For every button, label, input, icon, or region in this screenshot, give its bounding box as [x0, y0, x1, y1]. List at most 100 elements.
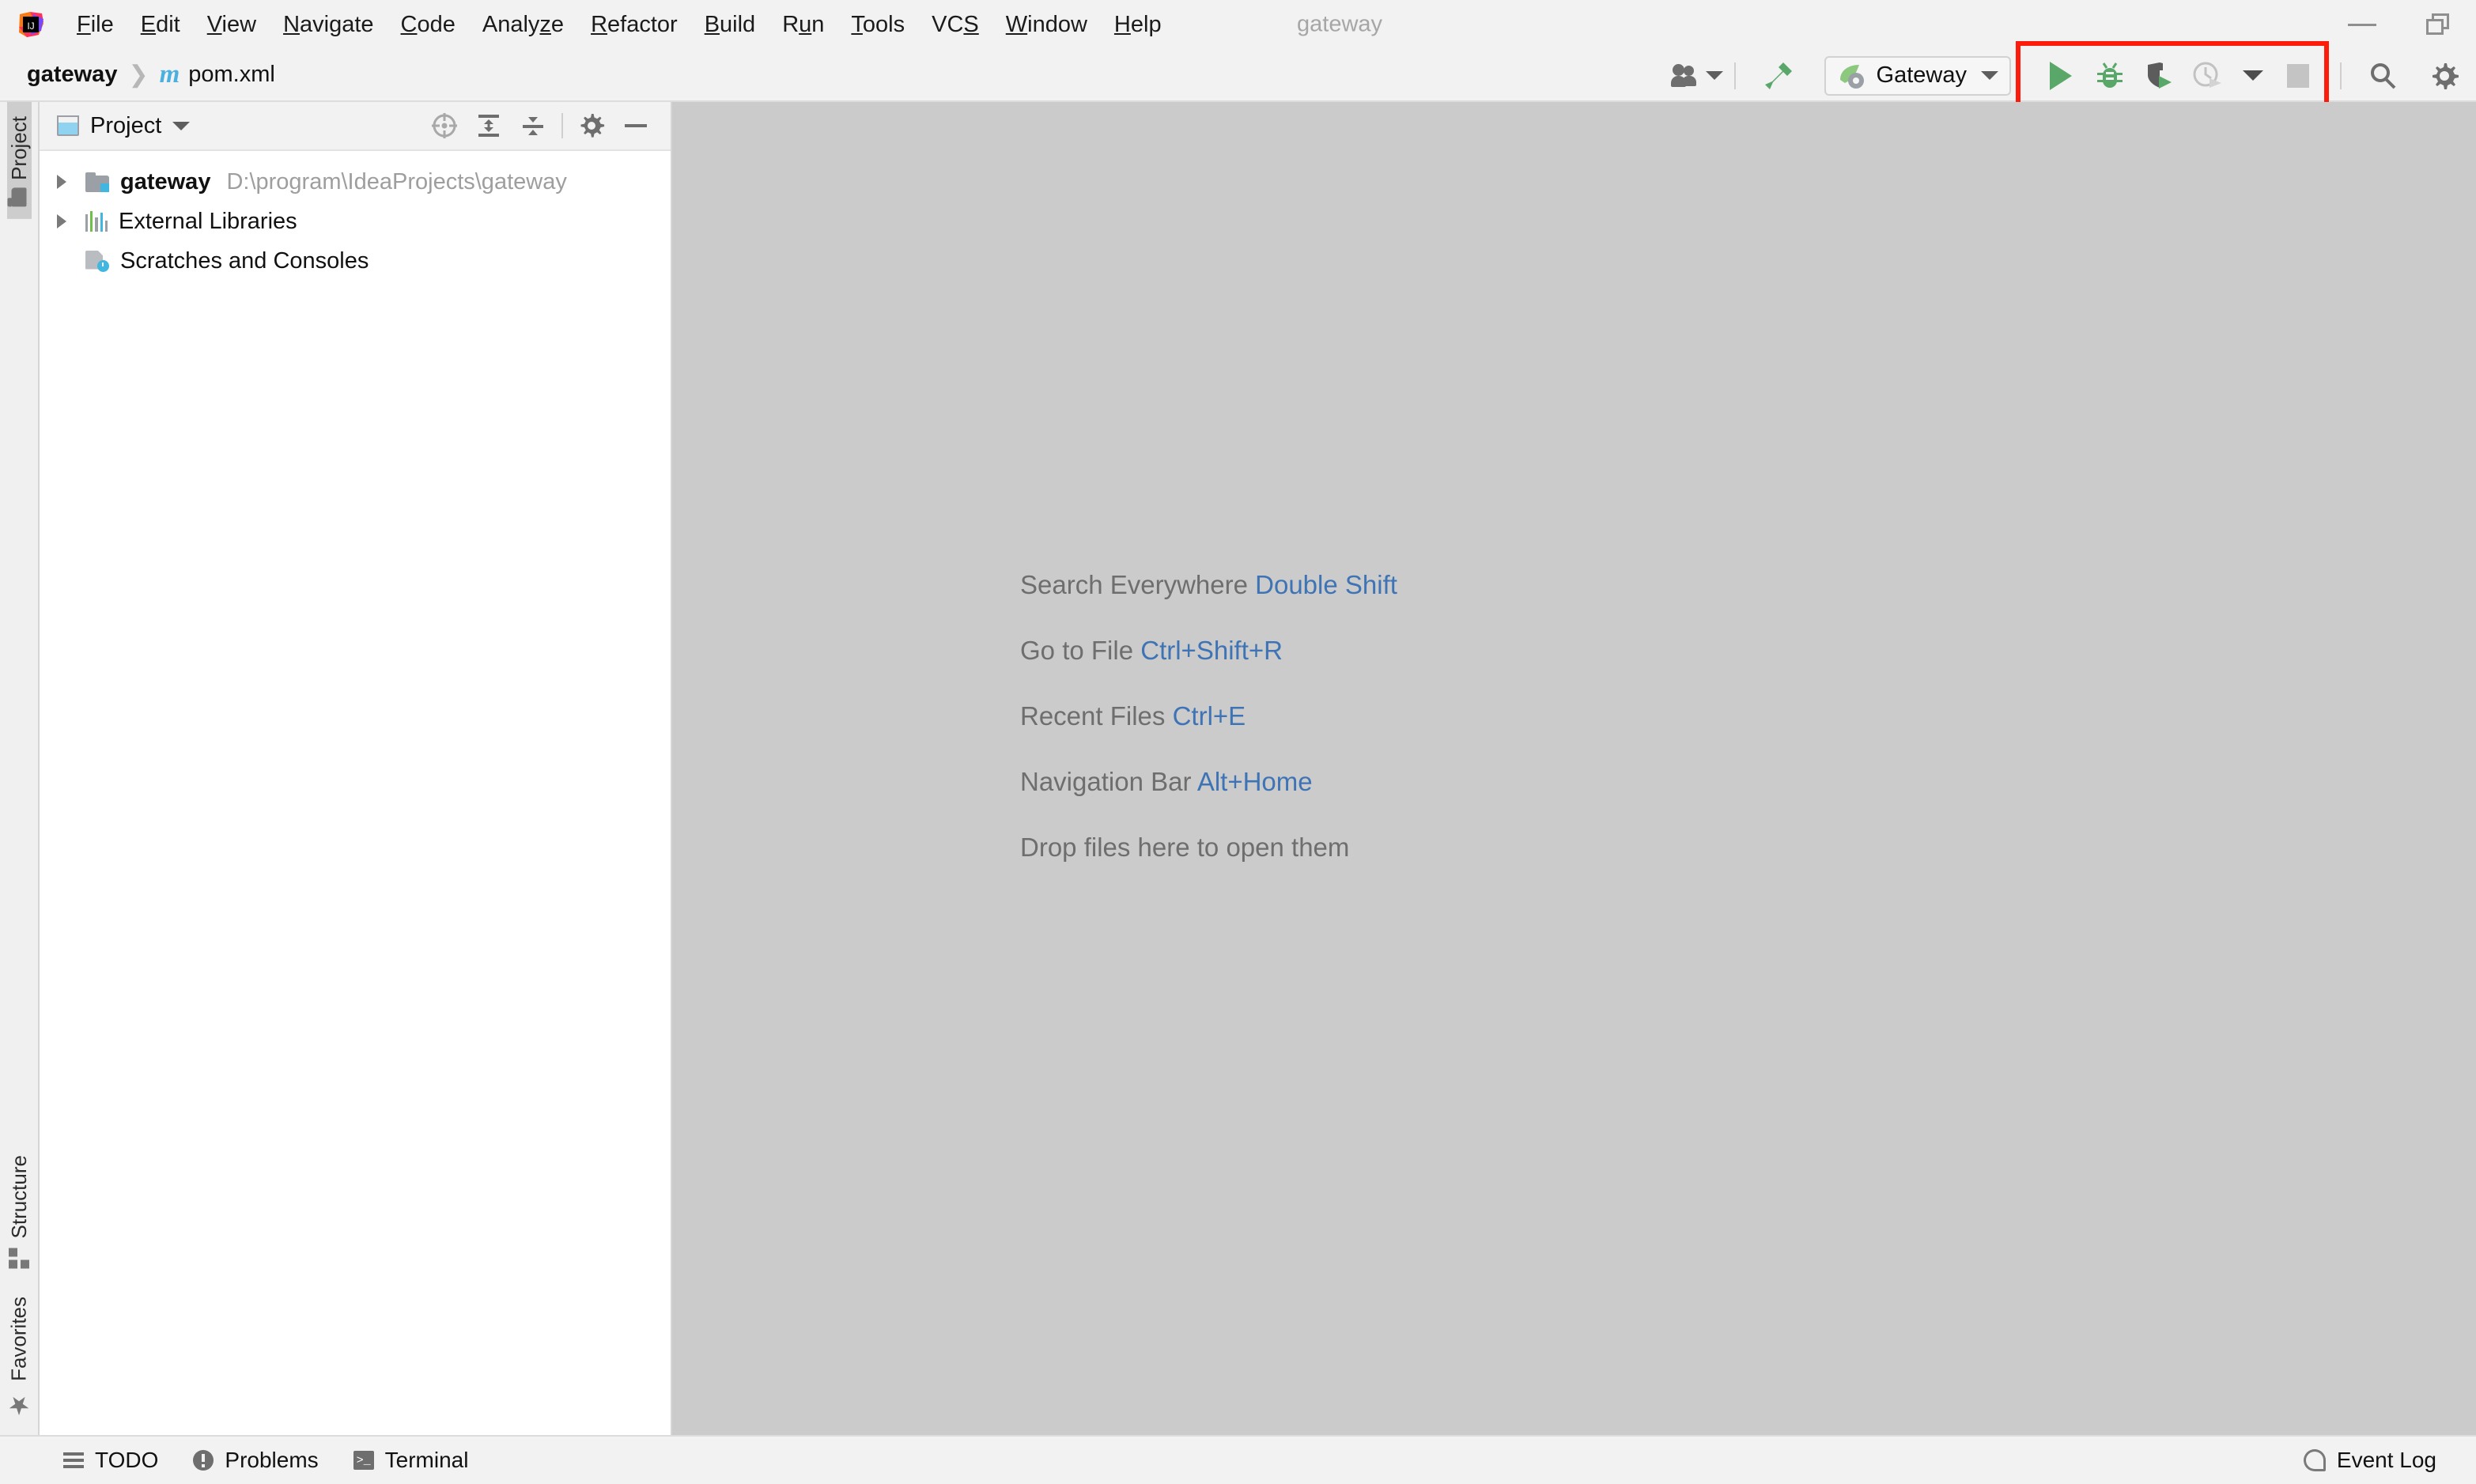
- sidebar-item-structure[interactable]: Structure: [7, 1141, 32, 1283]
- menu-item-refactor[interactable]: Refactor: [577, 9, 691, 41]
- breadcrumb-item-project[interactable]: gateway: [27, 62, 117, 88]
- build-project-button[interactable]: [1747, 49, 1810, 102]
- tree-row[interactable]: Scratches and Consoles: [40, 241, 671, 281]
- status-bar-todo[interactable]: TODO: [46, 1448, 176, 1473]
- menu-item-navigate[interactable]: Navigate: [270, 9, 387, 41]
- menu-item-vcs[interactable]: VCS: [918, 9, 992, 41]
- sidebar-item-label: Structure: [6, 1154, 31, 1239]
- menu-item-tools[interactable]: Tools: [837, 9, 918, 41]
- editor-hints: Search Everywhere Double Shift Go to Fil…: [1020, 570, 1397, 863]
- hint-go-to-file: Go to File Ctrl+Shift+R: [1020, 636, 1397, 666]
- breadcrumb: gateway ❯ m pom.xml: [27, 60, 275, 89]
- tree-row[interactable]: gateway D:\program\IdeaProjects\gateway: [40, 162, 671, 202]
- run-button[interactable]: [2036, 49, 2085, 102]
- menu-items: File Edit View Navigate Code Analyze Ref…: [63, 9, 1175, 41]
- hint-action-label: Go to File: [1020, 636, 1134, 665]
- collapse-all-button[interactable]: [511, 101, 555, 150]
- debug-button[interactable]: [2085, 49, 2134, 102]
- target-icon: [432, 113, 457, 138]
- status-bar-problems[interactable]: Problems: [176, 1448, 335, 1473]
- restore-window-button[interactable]: [2400, 0, 2476, 49]
- spring-boot-icon: [1839, 64, 1864, 89]
- toolbar-divider: [1733, 62, 1736, 89]
- run-with-coverage-button[interactable]: [2134, 49, 2183, 102]
- settings-button[interactable]: [569, 101, 614, 150]
- menu-item-view[interactable]: View: [194, 9, 270, 41]
- hint-shortcut: Ctrl+Shift+R: [1140, 636, 1283, 665]
- hint-recent-files: Recent Files Ctrl+E: [1020, 701, 1397, 731]
- sidebar-item-project[interactable]: Project: [6, 102, 32, 219]
- menu-item-build[interactable]: Build: [691, 9, 769, 41]
- expand-all-icon: [478, 115, 499, 137]
- breadcrumb-item-file[interactable]: pom.xml: [188, 62, 275, 88]
- svg-text:IJ: IJ: [27, 21, 34, 32]
- tree-item-label: Scratches and Consoles: [120, 247, 369, 274]
- scroll-from-source-button[interactable]: [422, 101, 467, 150]
- status-bar-label: Problems: [225, 1448, 319, 1472]
- menu-item-edit[interactable]: Edit: [127, 9, 194, 41]
- status-bar-label: Event Log: [2336, 1448, 2436, 1472]
- expand-all-button[interactable]: [467, 101, 511, 150]
- sidebar-item-favorites[interactable]: ★ Favorites: [5, 1282, 33, 1435]
- todo-list-icon: [63, 1452, 84, 1468]
- editor-empty-area[interactable]: Search Everywhere Double Shift Go to Fil…: [672, 102, 2476, 1435]
- scratches-icon: [85, 250, 109, 272]
- collapse-all-icon: [523, 117, 543, 135]
- status-bar: TODO Problems >_ Terminal Event Log: [0, 1435, 2476, 1484]
- minimize-window-button[interactable]: [2324, 0, 2400, 49]
- tree-item-label: External Libraries: [119, 208, 297, 234]
- chevron-right-icon[interactable]: [57, 175, 66, 189]
- chevron-right-icon[interactable]: [57, 214, 66, 228]
- stop-button: [2274, 49, 2323, 102]
- window-controls: [2324, 0, 2476, 49]
- module-folder-icon: [85, 172, 109, 192]
- structure-icon: [9, 1248, 29, 1269]
- menu-bar: IJ File Edit View Navigate Code Analyze …: [0, 0, 2476, 49]
- navigation-bar: gateway ❯ m pom.xml Gateway: [0, 41, 2476, 111]
- minus-icon: [625, 124, 647, 127]
- main-body: Project Structure ★ Favorites Project ga…: [0, 102, 2476, 1435]
- hint-drop-files: Drop files here to open them: [1020, 833, 1397, 863]
- stop-square-icon: [2287, 63, 2309, 88]
- status-bar-event-log[interactable]: Event Log: [2286, 1448, 2454, 1473]
- menu-item-code[interactable]: Code: [387, 9, 469, 41]
- menu-item-help[interactable]: Help: [1101, 9, 1175, 41]
- status-bar-terminal[interactable]: >_ Terminal: [336, 1448, 486, 1473]
- star-icon: ★: [5, 1391, 33, 1421]
- search-everywhere-button[interactable]: [2353, 49, 2413, 102]
- project-window-icon: [57, 115, 79, 136]
- project-tool-window-actions: [422, 101, 658, 150]
- menu-item-file[interactable]: File: [63, 9, 127, 41]
- menu-item-run[interactable]: Run: [769, 9, 837, 41]
- vcs-user-button[interactable]: [1670, 49, 1723, 102]
- toolbar-divider: [2340, 62, 2342, 89]
- project-tool-window: Project gateway D:\program\IdeaProjects\…: [40, 102, 672, 1435]
- status-bar-left: TODO Problems >_ Terminal: [46, 1448, 486, 1473]
- menu-item-analyze[interactable]: Analyze: [469, 9, 577, 41]
- status-bar-right: Event Log: [2286, 1448, 2454, 1473]
- restore-icon: [2426, 13, 2450, 36]
- gear-icon: [2433, 62, 2459, 89]
- settings-button[interactable]: [2413, 49, 2476, 102]
- tree-row[interactable]: External Libraries: [40, 202, 671, 241]
- hint-action-label: Drop files here to open them: [1020, 833, 1350, 862]
- chevron-down-icon[interactable]: [172, 121, 191, 130]
- hammer-icon: [1764, 62, 1792, 89]
- status-bar-label: Terminal: [384, 1448, 469, 1472]
- hint-action-label: Search Everywhere: [1020, 570, 1248, 599]
- profiler-button: [2183, 49, 2232, 102]
- menu-item-window[interactable]: Window: [992, 9, 1101, 41]
- toolbar-divider: [561, 113, 563, 138]
- run-configuration-selector[interactable]: Gateway: [1824, 55, 2011, 96]
- libraries-icon: [85, 211, 108, 232]
- left-tool-window-rail: Project Structure ★ Favorites: [0, 102, 40, 1435]
- terminal-icon: >_: [353, 1451, 374, 1470]
- hint-action-label: Recent Files: [1020, 701, 1166, 731]
- hide-tool-window-button[interactable]: [614, 101, 658, 150]
- maven-file-icon: m: [159, 60, 180, 89]
- project-tool-window-header: Project: [40, 102, 671, 151]
- profiler-dropdown-button[interactable]: [2232, 49, 2274, 102]
- hint-shortcut: Double Shift: [1255, 570, 1397, 599]
- profiler-clock-icon: [2193, 62, 2221, 88]
- hint-search-everywhere: Search Everywhere Double Shift: [1020, 570, 1397, 600]
